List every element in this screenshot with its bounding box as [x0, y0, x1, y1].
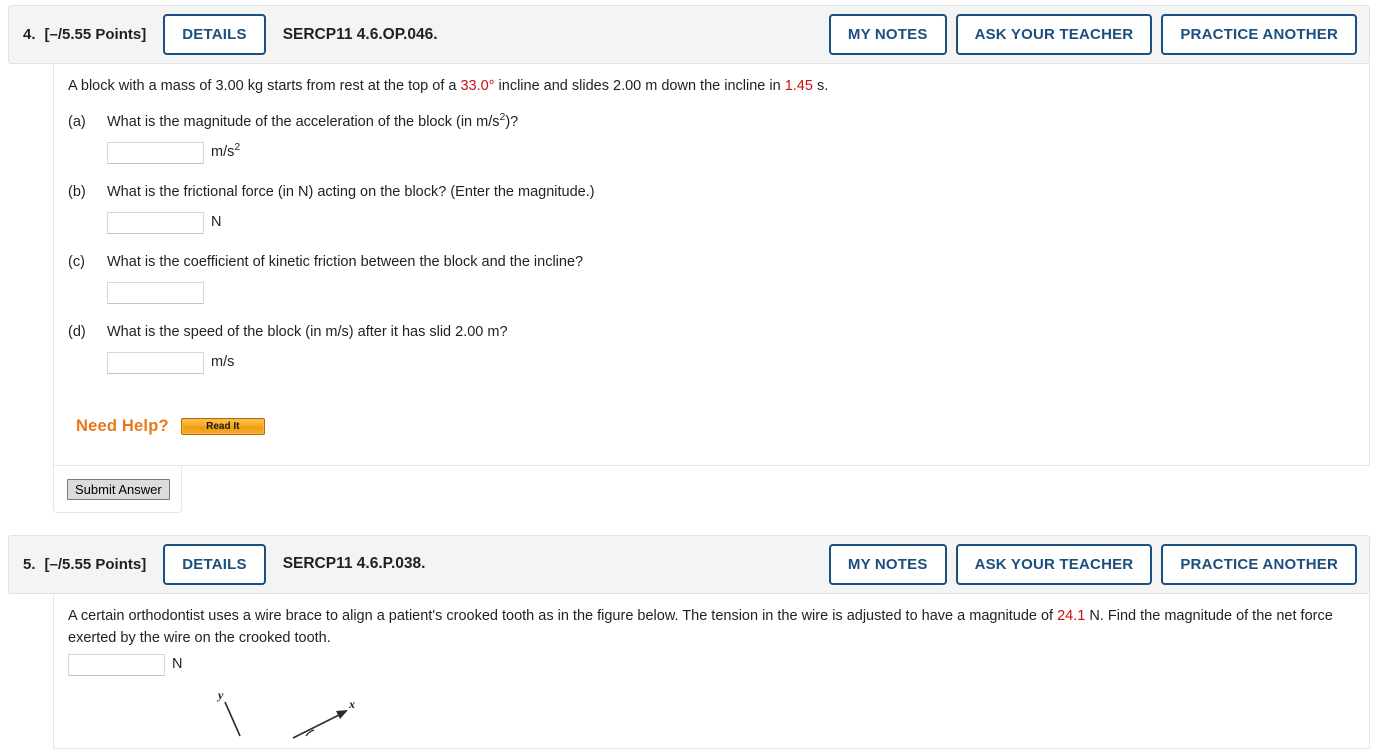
question-header-4: 4. [–/5.55 Points] DETAILS SERCP11 4.6.O…: [8, 5, 1370, 64]
question-part-a: (a) What is the magnitude of the acceler…: [68, 112, 1355, 164]
question-code: SERCP11 4.6.OP.046.: [282, 25, 438, 43]
body-bottom-spacer: [68, 436, 1355, 455]
question-prompt: A block with a mass of 3.00 kg starts fr…: [68, 76, 1355, 98]
practice-another-button[interactable]: PRACTICE ANOTHER: [1161, 543, 1357, 585]
prompt-segment-1: A certain orthodontist uses a wire brace…: [68, 607, 1058, 624]
part-text-pre: What is the frictional force (in N) acti…: [107, 183, 595, 200]
part-content: What is the frictional force (in N) acti…: [107, 182, 1355, 234]
prompt-segment-2: incline and slides 2.00 m down the incli…: [494, 78, 785, 94]
my-notes-button[interactable]: MY NOTES: [828, 14, 947, 55]
answer-input-a[interactable]: [107, 141, 204, 164]
unit-text: N: [172, 656, 183, 673]
ask-your-teacher-button[interactable]: ASK YOUR TEACHER: [955, 543, 1153, 585]
x-axis-arrowhead: [336, 710, 348, 720]
part-question-text: What is the coefficient of kinetic frict…: [107, 252, 1355, 273]
question-header-5: 5. [–/5.55 Points] DETAILS SERCP11 4.6.P…: [8, 534, 1370, 594]
answer-input-b[interactable]: [107, 211, 204, 234]
submit-answer-button[interactable]: Submit Answer: [67, 478, 170, 500]
orthodontist-figure: y x: [68, 688, 1355, 748]
part-label: (b): [68, 183, 86, 200]
question-code: SERCP11 4.6.P.038.: [282, 555, 426, 573]
read-it-button[interactable]: Read It: [180, 417, 265, 435]
part-content: What is the speed of the block (in m/s) …: [107, 322, 1355, 374]
my-notes-button[interactable]: MY NOTES: [828, 543, 947, 585]
ask-your-teacher-button[interactable]: ASK YOUR TEACHER: [955, 14, 1153, 55]
part-question-text: What is the frictional force (in N) acti…: [107, 182, 1355, 203]
question-gap: [0, 513, 1375, 530]
practice-another-button[interactable]: PRACTICE ANOTHER: [1161, 14, 1357, 55]
y-axis-line: [224, 701, 241, 737]
part-text-post: )?: [505, 113, 519, 130]
prompt-time-value: 1.45: [784, 78, 813, 94]
part-content: What is the coefficient of kinetic frict…: [107, 252, 1355, 304]
part-label: (a): [68, 113, 86, 130]
homework-page: 4. [–/5.55 Points] DETAILS SERCP11 4.6.O…: [0, 5, 1375, 749]
question-body-4: A block with a mass of 3.00 kg starts fr…: [53, 64, 1370, 466]
part-label: (c): [68, 253, 85, 270]
answer-row: N: [107, 211, 1355, 234]
part-label: (d): [68, 323, 86, 340]
question-block-4: 4. [–/5.55 Points] DETAILS SERCP11 4.6.O…: [0, 5, 1375, 513]
part-question-text: What is the speed of the block (in m/s) …: [107, 322, 1355, 343]
answer-unit: N: [211, 212, 221, 232]
prompt-segment-3: s.: [812, 78, 829, 94]
answer-unit: m/s: [211, 352, 234, 372]
prompt-tension-value: 24.1: [1057, 607, 1086, 624]
figure-diagram: y x: [216, 688, 355, 740]
part-text-pre: What is the magnitude of the acceleratio…: [107, 113, 500, 130]
unit-text: m/s: [211, 143, 235, 160]
prompt-angle-value: 33.0°: [460, 78, 495, 94]
question-number: 5.: [23, 555, 36, 573]
question-part-c: (c) What is the coefficient of kinetic f…: [68, 252, 1355, 304]
need-help-label: Need Help?: [76, 416, 169, 435]
answer-row: N: [68, 654, 1355, 677]
details-button[interactable]: DETAILS: [163, 14, 266, 55]
question-number: 4.: [23, 26, 36, 43]
x-axis-label: x: [348, 697, 355, 711]
submit-area-4: Submit Answer: [53, 465, 182, 513]
answer-input-net-force[interactable]: [68, 654, 165, 677]
answer-row: [107, 281, 1355, 304]
question-header-actions: MY NOTES ASK YOUR TEACHER PRACTICE ANOTH…: [828, 543, 1357, 585]
question-prompt: A certain orthodontist uses a wire brace…: [68, 606, 1355, 650]
details-button[interactable]: DETAILS: [163, 543, 266, 585]
question-points: [–/5.55 Points]: [44, 555, 147, 573]
answer-row: m/s2: [107, 141, 1355, 164]
answer-input-c[interactable]: [107, 281, 204, 304]
part-text-pre: What is the coefficient of kinetic frict…: [107, 253, 584, 270]
question-part-b: (b) What is the frictional force (in N) …: [68, 182, 1355, 234]
answer-unit: N: [172, 654, 182, 674]
x-axis-line: [292, 711, 346, 740]
answer-input-d[interactable]: [107, 351, 204, 374]
question-block-5: 5. [–/5.55 Points] DETAILS SERCP11 4.6.P…: [0, 534, 1375, 749]
answer-unit: m/s2: [211, 142, 240, 162]
part-question-text: What is the magnitude of the acceleratio…: [107, 112, 1355, 133]
part-text-pre: What is the speed of the block (in m/s) …: [107, 323, 508, 340]
part-content: What is the magnitude of the acceleratio…: [107, 112, 1355, 164]
unit-text: N: [211, 213, 222, 230]
answer-row: m/s: [107, 351, 1355, 374]
question-header-actions: MY NOTES ASK YOUR TEACHER PRACTICE ANOTH…: [828, 14, 1357, 55]
unit-superscript: 2: [234, 141, 241, 153]
prompt-segment-1: A block with a mass of 3.00 kg starts fr…: [68, 78, 461, 94]
need-help-section: Need Help? Read It: [76, 417, 1355, 436]
question-body-5: A certain orthodontist uses a wire brace…: [53, 593, 1370, 749]
question-part-d: (d) What is the speed of the block (in m…: [68, 322, 1355, 374]
question-points: [–/5.55 Points]: [44, 26, 147, 43]
unit-text: m/s: [211, 353, 235, 370]
y-axis-label: y: [216, 688, 224, 702]
